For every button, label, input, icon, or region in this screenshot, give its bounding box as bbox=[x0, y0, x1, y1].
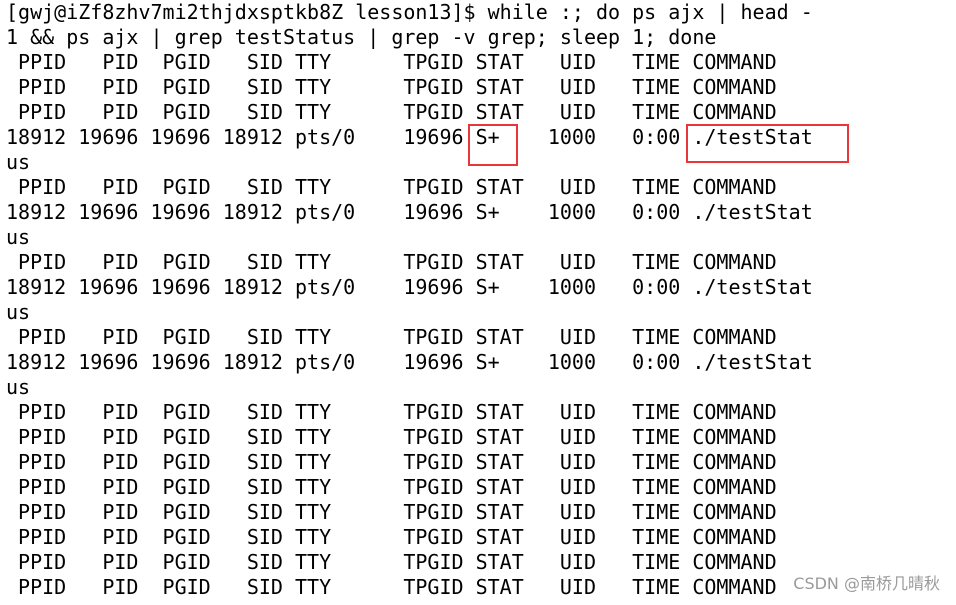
terminal-line: PPID PID PGID SID TTY TPGID STAT UID TIM… bbox=[6, 475, 777, 499]
terminal-line: PPID PID PGID SID TTY TPGID STAT UID TIM… bbox=[6, 425, 777, 449]
terminal-line: PPID PID PGID SID TTY TPGID STAT UID TIM… bbox=[6, 525, 777, 549]
terminal-line: PPID PID PGID SID TTY TPGID STAT UID TIM… bbox=[6, 325, 777, 349]
highlight-box-stat bbox=[468, 124, 518, 166]
terminal-line: us bbox=[6, 225, 31, 249]
shell-prompt-line: [gwj@iZf8zhv7mi2thjdxsptkb8Z lesson13]$ … bbox=[6, 0, 813, 24]
terminal-line: PPID PID PGID SID TTY TPGID STAT UID TIM… bbox=[6, 75, 777, 99]
terminal-line: PPID PID PGID SID TTY TPGID STAT UID TIM… bbox=[6, 250, 777, 274]
watermark: CSDN @南桥几晴秋 bbox=[791, 572, 942, 596]
terminal-line: PPID PID PGID SID TTY TPGID STAT UID TIM… bbox=[6, 50, 777, 74]
highlight-box-command bbox=[686, 124, 849, 163]
terminal-line: PPID PID PGID SID TTY TPGID STAT UID TIM… bbox=[6, 175, 777, 199]
terminal-line: PPID PID PGID SID TTY TPGID STAT UID TIM… bbox=[6, 500, 777, 524]
terminal-line: us bbox=[6, 300, 31, 324]
terminal-line: PPID PID PGID SID TTY TPGID STAT UID TIM… bbox=[6, 450, 777, 474]
terminal-line: PPID PID PGID SID TTY TPGID STAT UID TIM… bbox=[6, 550, 777, 574]
terminal-line: PPID PID PGID SID TTY TPGID STAT UID TIM… bbox=[6, 100, 777, 124]
terminal-line: 18912 19696 19696 18912 pts/0 19696 S+ 1… bbox=[6, 200, 813, 224]
terminal-line: us bbox=[6, 375, 31, 399]
terminal-output[interactable]: [gwj@iZf8zhv7mi2thjdxsptkb8Z lesson13]$ … bbox=[6, 0, 813, 600]
terminal-line: 18912 19696 19696 18912 pts/0 19696 S+ 1… bbox=[6, 275, 813, 299]
terminal-line: PPID PID PGID SID TTY TPGID STAT UID TIM… bbox=[6, 400, 777, 424]
terminal-line: PPID PID PGID SID TTY TPGID STAT UID TIM… bbox=[6, 575, 777, 599]
terminal-line: 1 && ps ajx | grep testStatus | grep -v … bbox=[6, 25, 717, 49]
terminal-line: 18912 19696 19696 18912 pts/0 19696 S+ 1… bbox=[6, 350, 813, 374]
